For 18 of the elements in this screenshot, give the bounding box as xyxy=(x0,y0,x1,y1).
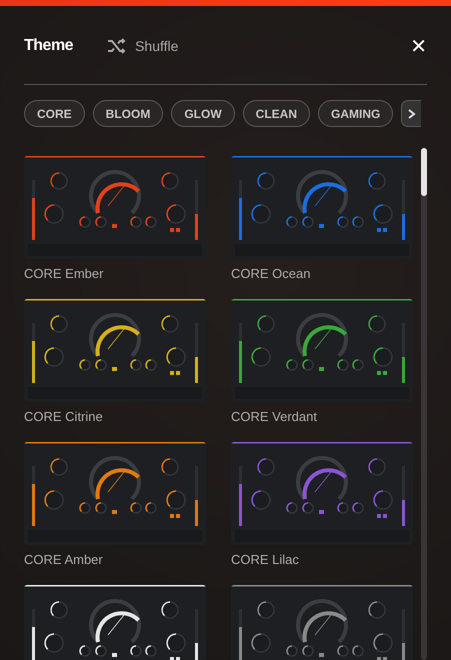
category-chip[interactable]: CLEAN xyxy=(242,100,310,127)
theme-name: CORE Lilac xyxy=(231,552,300,567)
theme-name: CORE Ember xyxy=(24,266,104,281)
category-chip[interactable]: BLOOM xyxy=(92,100,164,127)
close-button[interactable]: ✕ xyxy=(410,34,427,58)
shuffle-button[interactable]: Shuffle xyxy=(107,38,178,54)
category-chip[interactable]: CORE xyxy=(24,100,85,127)
theme-name: CORE Verdant xyxy=(231,409,318,424)
theme-name: CORE Amber xyxy=(24,552,104,567)
scrollbar-thumb[interactable] xyxy=(421,148,427,196)
shuffle-icon xyxy=(107,38,128,54)
panel-title: Theme xyxy=(24,37,74,55)
category-chip[interactable]: GAMING xyxy=(318,100,394,127)
theme-name: CORE Ocean xyxy=(231,266,312,281)
scroll-right-button[interactable] xyxy=(401,100,422,127)
theme-name: CORE Citrine xyxy=(24,409,104,424)
category-chip[interactable]: GLOW xyxy=(171,100,235,127)
chevron-right-icon xyxy=(408,108,416,118)
